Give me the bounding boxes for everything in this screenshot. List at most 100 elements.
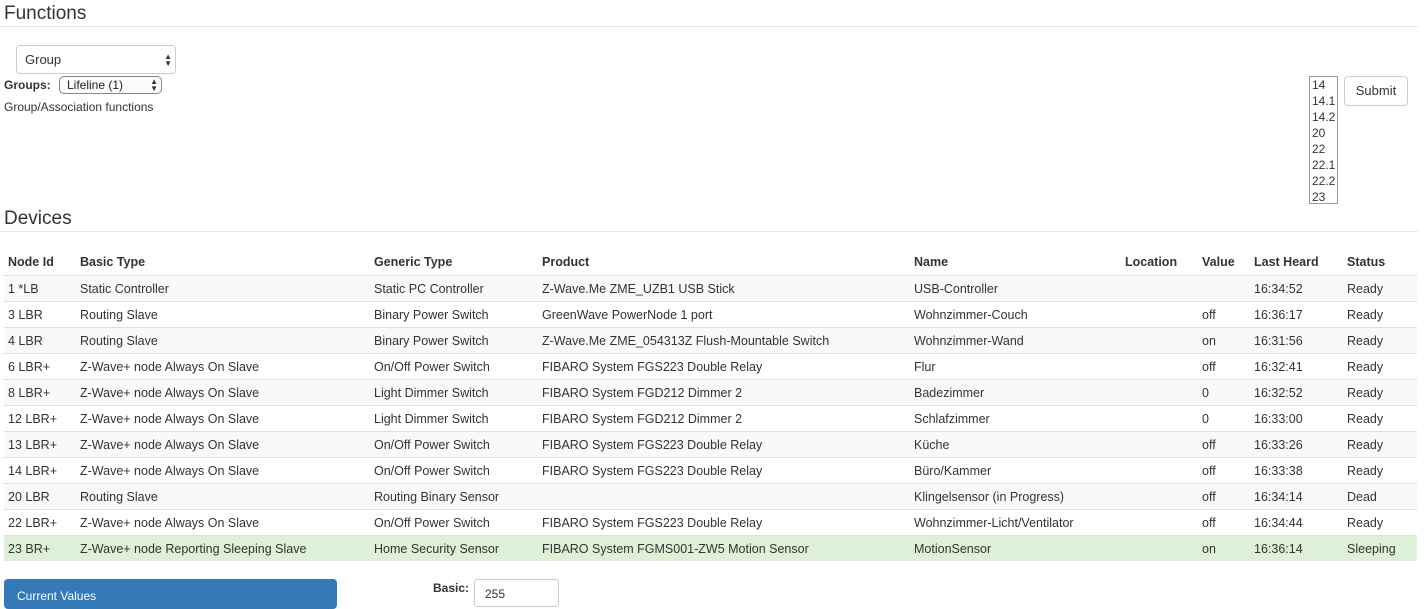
- cell-product: [538, 483, 910, 510]
- cell-product: FIBARO System FGD212 Dimmer 2: [538, 405, 910, 432]
- col-generic-type[interactable]: Generic Type: [370, 249, 538, 276]
- node-option[interactable]: 14.1: [1312, 93, 1337, 109]
- cell-last-heard: 16:34:44: [1250, 509, 1343, 536]
- functions-divider: [0, 26, 1418, 27]
- table-row[interactable]: 14 LBR+ Z-Wave+ node Always On Slave On/Of…: [4, 457, 1417, 484]
- cell-location: [1121, 483, 1198, 510]
- cell-location: [1121, 535, 1198, 561]
- node-option[interactable]: 14: [1312, 77, 1337, 93]
- table-row[interactable]: 12 LBR+ Z-Wave+ node Always On Slave Light…: [4, 405, 1417, 432]
- table-header-row: Node Id Basic Type Generic Type Product …: [4, 249, 1417, 276]
- cell-last-heard: 16:33:38: [1250, 457, 1343, 484]
- cell-status: Ready: [1343, 379, 1417, 406]
- cell-node-id: 4 LBR: [4, 327, 76, 354]
- cell-product: FIBARO System FGD212 Dimmer 2: [538, 379, 910, 406]
- cell-value: on: [1198, 535, 1250, 561]
- col-location[interactable]: Location: [1121, 249, 1198, 276]
- node-option[interactable]: 14.2: [1312, 109, 1337, 125]
- col-last-heard[interactable]: Last Heard: [1250, 249, 1343, 276]
- cell-basic-type: Z-Wave+ node Always On Slave: [76, 405, 370, 432]
- table-row[interactable]: 13 LBR+ Z-Wave+ node Always On Slave On/Of…: [4, 431, 1417, 458]
- cell-value: off: [1198, 301, 1250, 328]
- cell-basic-type: Routing Slave: [76, 483, 370, 510]
- cell-status: Sleeping: [1343, 535, 1417, 561]
- groups-select[interactable]: Lifeline (1) ▲ ▼: [59, 76, 162, 94]
- cell-status: Ready: [1343, 301, 1417, 328]
- function-select[interactable]: Group ▲ ▼: [16, 45, 176, 74]
- basic-label: Basic:: [433, 581, 470, 595]
- cell-product: Z-Wave.Me ZME_UZB1 USB Stick: [538, 275, 910, 302]
- cell-last-heard: 16:34:52: [1250, 275, 1343, 302]
- functions-heading: Functions: [4, 3, 87, 24]
- cell-value: off: [1198, 431, 1250, 458]
- table-row[interactable]: 23 BR+ Z-Wave+ node Reporting Sleeping Sl…: [4, 535, 1417, 561]
- cell-generic-type: Binary Power Switch: [370, 301, 538, 328]
- col-basic-type[interactable]: Basic Type: [76, 249, 370, 276]
- cell-location: [1121, 275, 1198, 302]
- col-node-id[interactable]: Node Id: [4, 249, 76, 276]
- cell-location: [1121, 301, 1198, 328]
- cell-basic-type: Z-Wave+ node Reporting Sleeping Slave: [76, 535, 370, 561]
- table-row[interactable]: 22 LBR+ Z-Wave+ node Always On Slave On/Of…: [4, 509, 1417, 536]
- col-status[interactable]: Status: [1343, 249, 1417, 276]
- cell-node-id: 1 *LB: [4, 275, 76, 302]
- cell-basic-type: Routing Slave: [76, 327, 370, 354]
- col-value[interactable]: Value: [1198, 249, 1250, 276]
- cell-product: FIBARO System FGS223 Double Relay: [538, 457, 910, 484]
- node-multiselect[interactable]: 14 14.1 14.2 20 22 22.1 22.2 23: [1309, 76, 1338, 204]
- cell-product: GreenWave PowerNode 1 port: [538, 301, 910, 328]
- cell-location: [1121, 405, 1198, 432]
- devices-table: Node Id Basic Type Generic Type Product …: [4, 249, 1417, 561]
- cell-basic-type: Static Controller: [76, 275, 370, 302]
- cell-device-name: Wohnzimmer-Licht/Ventilator: [910, 509, 1121, 536]
- cell-basic-type: Z-Wave+ node Always On Slave: [76, 509, 370, 536]
- table-row[interactable]: 6 LBR+ Z-Wave+ node Always On Slave On/Off…: [4, 353, 1417, 380]
- node-option[interactable]: 22.1: [1312, 157, 1337, 173]
- cell-generic-type: Routing Binary Sensor: [370, 483, 538, 510]
- node-option[interactable]: 20: [1312, 125, 1337, 141]
- node-option[interactable]: 22.2: [1312, 173, 1337, 189]
- cell-generic-type: Binary Power Switch: [370, 327, 538, 354]
- devices-heading: Devices: [4, 208, 72, 229]
- cell-last-heard: 16:33:26: [1250, 431, 1343, 458]
- cell-value: 0: [1198, 379, 1250, 406]
- cell-location: [1121, 353, 1198, 380]
- table-row[interactable]: 8 LBR+ Z-Wave+ node Always On Slave Light …: [4, 379, 1417, 406]
- cell-location: [1121, 457, 1198, 484]
- table-row[interactable]: 4 LBR Routing Slave Binary Power Switch Z-W…: [4, 327, 1417, 354]
- cell-status: Ready: [1343, 353, 1417, 380]
- col-product[interactable]: Product: [538, 249, 910, 276]
- basic-value-input[interactable]: 255: [474, 579, 559, 607]
- cell-node-id: 3 LBR: [4, 301, 76, 328]
- cell-generic-type: Static PC Controller: [370, 275, 538, 302]
- cell-location: [1121, 379, 1198, 406]
- cell-generic-type: On/Off Power Switch: [370, 509, 538, 536]
- cell-status: Ready: [1343, 431, 1417, 458]
- cell-node-id: 13 LBR+: [4, 431, 76, 458]
- cell-generic-type: On/Off Power Switch: [370, 431, 538, 458]
- node-option[interactable]: 23: [1312, 189, 1337, 203]
- submit-button[interactable]: Submit: [1344, 76, 1408, 106]
- table-row[interactable]: 20 LBR Routing Slave Routing Binary Sensor…: [4, 483, 1417, 510]
- cell-product: FIBARO System FGS223 Double Relay: [538, 509, 910, 536]
- table-row[interactable]: 1 *LB Static Controller Static PC Controll…: [4, 275, 1417, 302]
- col-name[interactable]: Name: [910, 249, 1121, 276]
- cell-last-heard: 16:31:56: [1250, 327, 1343, 354]
- cell-last-heard: 16:33:00: [1250, 405, 1343, 432]
- cell-basic-type: Routing Slave: [76, 301, 370, 328]
- cell-product: FIBARO System FGS223 Double Relay: [538, 353, 910, 380]
- select-arrows-icon: ▲ ▼: [150, 77, 158, 93]
- node-option[interactable]: 22: [1312, 141, 1337, 157]
- cell-location: [1121, 327, 1198, 354]
- current-values-button[interactable]: Current Values: [4, 579, 337, 609]
- groups-label: Groups:: [4, 78, 51, 92]
- table-row[interactable]: 3 LBR Routing Slave Binary Power Switch Gre…: [4, 301, 1417, 328]
- cell-status: Ready: [1343, 275, 1417, 302]
- select-arrows-icon: ▲ ▼: [164, 51, 172, 68]
- cell-device-name: Büro/Kammer: [910, 457, 1121, 484]
- cell-generic-type: Light Dimmer Switch: [370, 379, 538, 406]
- cell-device-name: Schlafzimmer: [910, 405, 1121, 432]
- cell-node-id: 20 LBR: [4, 483, 76, 510]
- cell-value: 0: [1198, 405, 1250, 432]
- cell-status: Ready: [1343, 327, 1417, 354]
